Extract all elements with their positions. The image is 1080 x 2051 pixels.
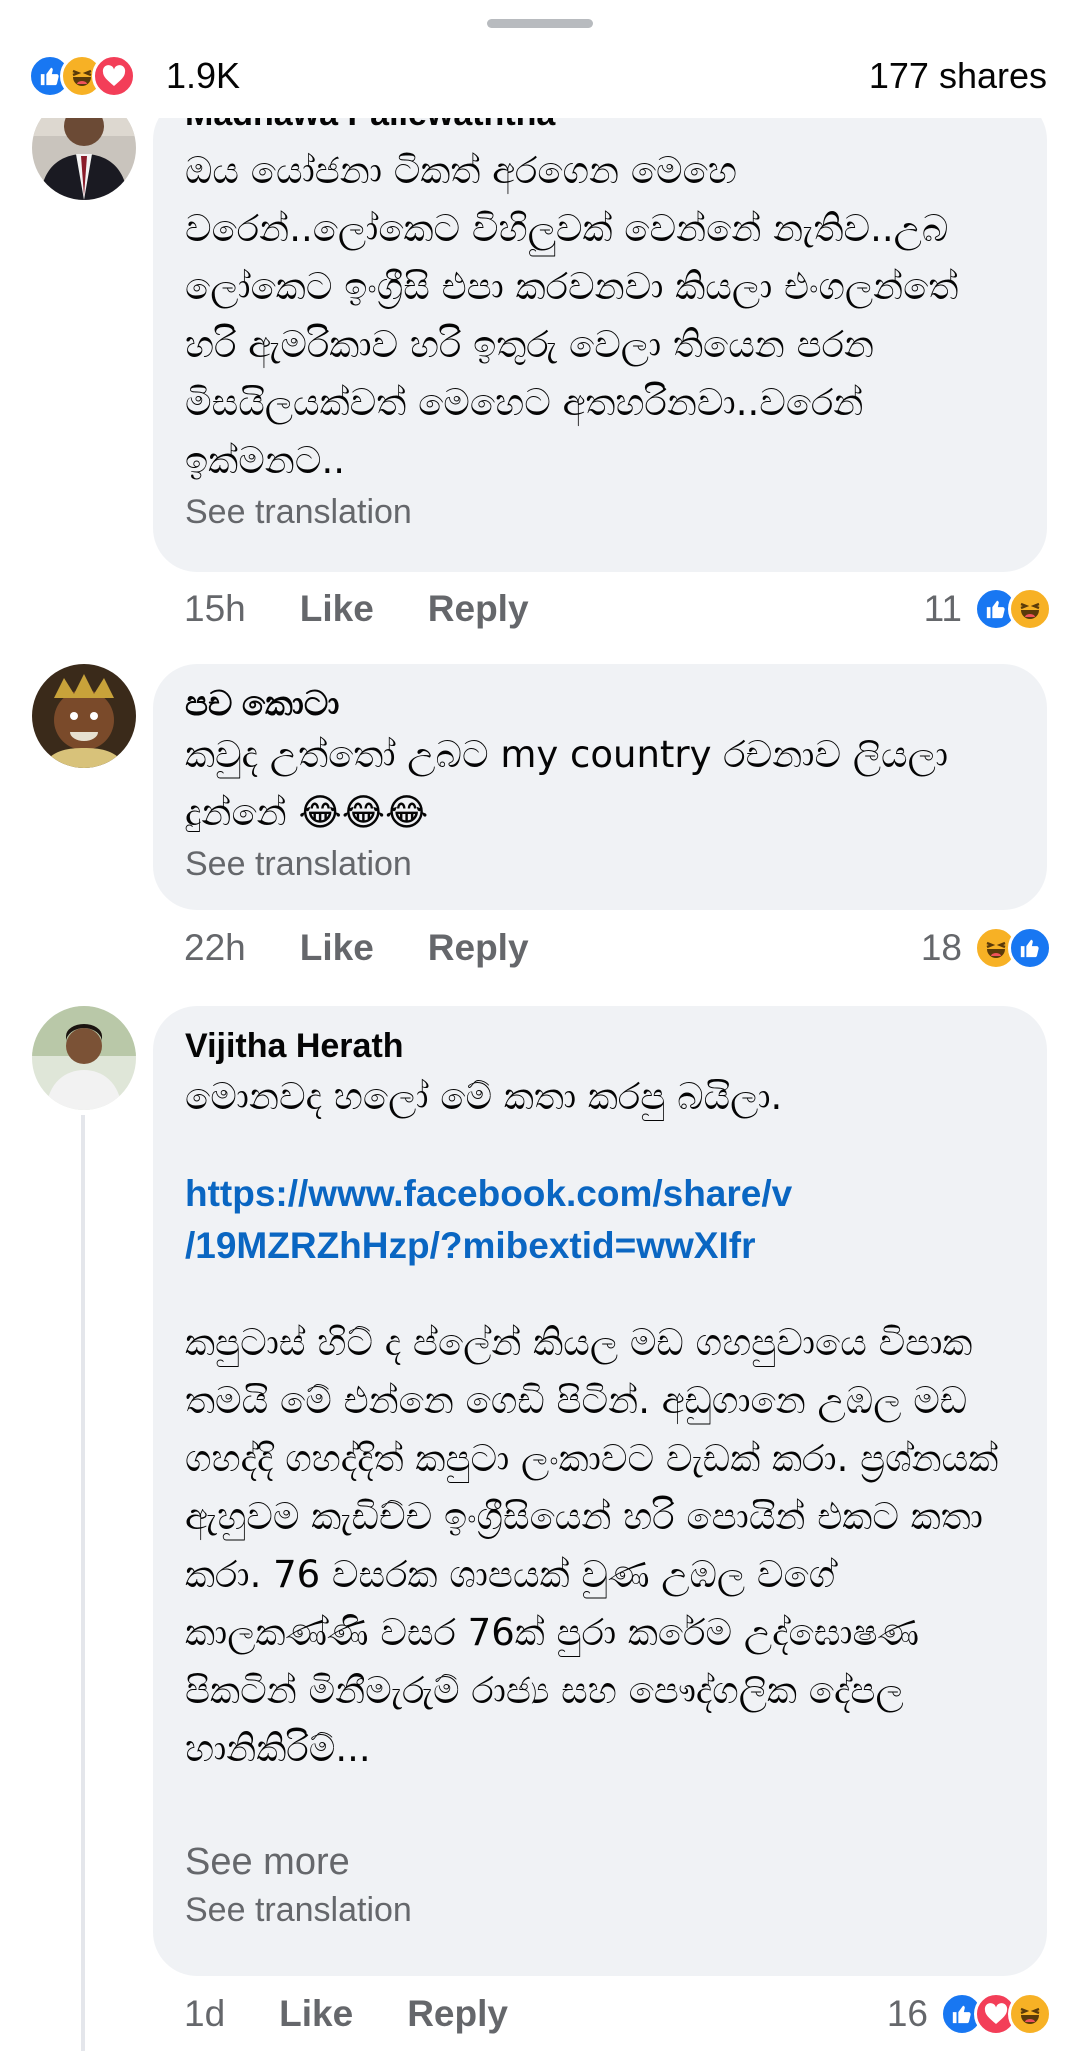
reaction-icons[interactable] [28, 52, 136, 100]
comment-actions: 15h Like Reply [184, 585, 583, 633]
see-translation-link[interactable]: See translation [185, 842, 1015, 886]
comment-reaction-count[interactable]: 18 [921, 924, 1052, 972]
reaction-count-value: 18 [920, 927, 962, 968]
comment-bubble[interactable]: Vijitha Herath මොනවද හලෝ මේ කතා කරපු බයි… [153, 1006, 1047, 1976]
like-icon [1008, 926, 1052, 970]
reaction-count-value: 16 [886, 1993, 928, 2034]
comment-text: කවුද උත්තෝ උබට my country රචනාව ලියලා දු… [185, 733, 960, 834]
reply-button[interactable]: Reply [407, 1990, 508, 2038]
comment-actions: 22h Like Reply [184, 924, 583, 972]
reaction-count-value: 11 [923, 588, 962, 629]
avatar[interactable] [32, 1006, 136, 1110]
comment-author[interactable]: පච කොටා [185, 682, 1015, 726]
reactions-summary-bar: 1.9K 177 shares [0, 0, 1080, 118]
reaction-total-count[interactable]: 1.9K [166, 52, 240, 100]
see-translation-link[interactable]: See translation [185, 1888, 1015, 1932]
reply-thread-line [81, 1115, 85, 2051]
see-more-link[interactable]: See more [185, 1836, 1015, 1888]
like-button[interactable]: Like [300, 585, 374, 633]
drag-handle[interactable] [487, 19, 593, 28]
comment-author[interactable]: Vijitha Herath [185, 1024, 1015, 1068]
reply-button[interactable]: Reply [428, 924, 529, 972]
comment-actions: 1d Like Reply [184, 1990, 562, 2038]
comment-text-intro: මොනවද හලෝ මේ කතා කරපු බයිලා. [185, 1075, 783, 1118]
haha-icon [1008, 587, 1052, 631]
comment-bubble[interactable]: Madhawa Pallewaththa ඔය යෝජනා ටිකත් අරගෙ… [153, 95, 1047, 572]
comment-timestamp[interactable]: 15h [184, 585, 246, 633]
shared-link-line-1[interactable]: https://www.facebook.com/share/v [185, 1173, 792, 1214]
comment-reaction-count[interactable]: 11 [924, 585, 1052, 633]
comment-text: ඔය යෝජනා ටිකත් අරගෙන මෙහෙ වරෙන්..ලෝකෙට ව… [185, 149, 971, 482]
shared-link-line-2[interactable]: /19MZRZhHzp/?mibextid=wwXIfr [185, 1225, 755, 1266]
reply-button[interactable]: Reply [428, 585, 529, 633]
like-button[interactable]: Like [279, 1990, 353, 2038]
like-button[interactable]: Like [300, 924, 374, 972]
shares-count[interactable]: 177 shares [869, 52, 1047, 100]
comment-bubble[interactable]: පච කොටා කවුද උත්තෝ උබට my country රචනාව … [153, 664, 1047, 910]
haha-icon [1008, 1992, 1052, 2036]
avatar[interactable] [32, 664, 136, 768]
love-icon [92, 54, 136, 98]
comment-timestamp[interactable]: 22h [184, 924, 246, 972]
see-translation-link[interactable]: See translation [185, 490, 1015, 534]
comment-text-body: කපුටාස් හිට් ද ප්ලේන් කියල මඩ ගහපුවායෙ ව… [185, 1321, 1011, 1770]
comment-reaction-count[interactable]: 16 [887, 1990, 1052, 2038]
shared-link[interactable]: https://www.facebook.com/share/v /19MZRZ… [185, 1168, 1015, 1272]
comment-timestamp[interactable]: 1d [184, 1990, 225, 2038]
